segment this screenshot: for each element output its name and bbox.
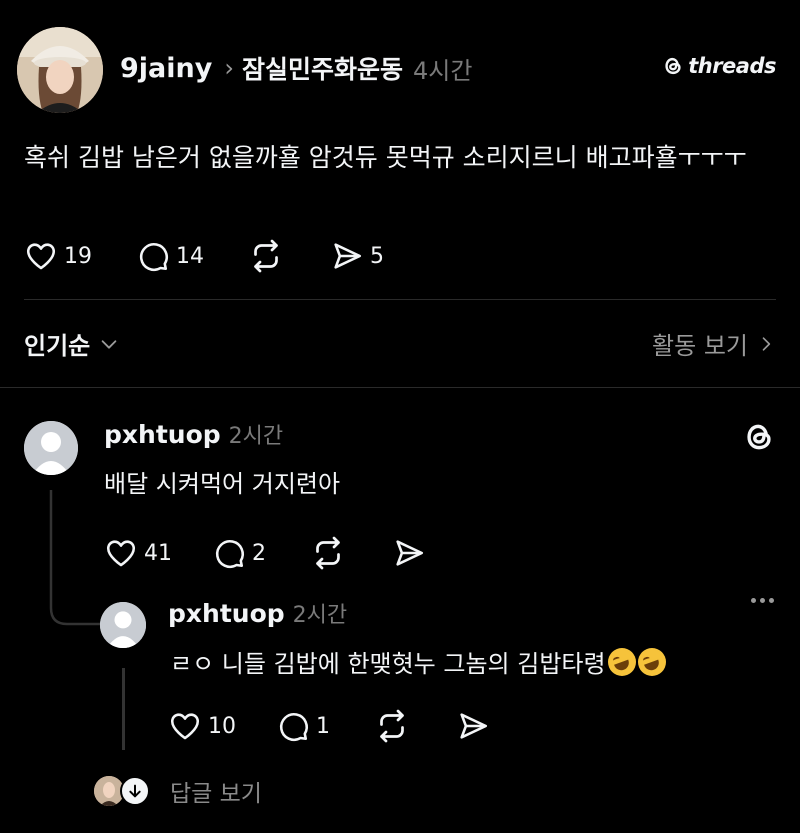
comment-button[interactable]: 1 — [276, 709, 330, 743]
view-replies-label: 답글 보기 — [170, 781, 262, 807]
comment-actions: 41 2 — [104, 535, 426, 571]
comment-username[interactable]: pxhtuop 2시간 — [104, 418, 283, 450]
reply-actions: 10 1 — [168, 708, 490, 744]
heart-icon — [170, 713, 200, 740]
replier-avatar[interactable] — [100, 602, 146, 648]
send-icon — [396, 540, 424, 566]
like-count: 10 — [208, 713, 236, 739]
comment-text: 배달 시켜먹어 거지련아 — [104, 470, 341, 498]
share-button[interactable] — [456, 709, 490, 743]
heart-icon — [106, 540, 136, 567]
reply-username-text[interactable]: pxhtuop — [168, 599, 285, 628]
more-dots-icon — [751, 598, 756, 603]
threads-brand[interactable]: threads — [662, 54, 776, 78]
comment-button[interactable]: 2 — [212, 536, 266, 570]
commenter-avatar[interactable] — [24, 421, 78, 475]
thread-connector-line — [122, 668, 125, 750]
post-header: 9jainy › 잠실민주화운동 4시간 — [120, 48, 472, 88]
post-body: 혹쉬 김밥 남은거 없을까횰 암것듀 못먹규 소리지르니 배고파횰ㅜㅜㅜ — [24, 143, 747, 172]
sort-label: 인기순 — [24, 332, 91, 360]
comment-bubble-icon — [139, 243, 168, 272]
send-icon — [460, 713, 488, 739]
repost-icon — [316, 536, 340, 570]
share-count: 5 — [370, 243, 384, 269]
community-name[interactable]: 잠실민주화운동 — [242, 50, 403, 86]
reply-text-content: ㄹㅇ 니들 김밥에 한맺혓누 그놈의 김밥타령 — [170, 650, 606, 678]
sort-dropdown[interactable]: 인기순 — [24, 326, 120, 361]
brand-wordmark: threads — [688, 54, 776, 78]
like-button[interactable]: 19 — [24, 239, 92, 273]
repost-icon — [254, 239, 278, 273]
rofl-emoji-icon — [607, 648, 636, 676]
share-button[interactable]: 5 — [330, 239, 384, 273]
author-avatar[interactable] — [17, 27, 103, 113]
like-count: 41 — [144, 540, 172, 566]
more-options-button[interactable] — [751, 598, 774, 603]
chevron-right-icon — [762, 336, 771, 351]
arrow-down-icon — [120, 776, 150, 806]
section-divider — [24, 299, 776, 300]
share-button[interactable] — [392, 536, 426, 570]
send-icon — [334, 243, 362, 269]
repost-button[interactable] — [310, 535, 346, 571]
more-dot — [760, 598, 765, 603]
chevron-right-icon: › — [224, 54, 234, 82]
view-activity-link[interactable]: 활동 보기 — [652, 326, 776, 361]
view-replies-button[interactable]: 답글 보기 — [94, 774, 262, 808]
comment-button[interactable]: 14 — [136, 239, 204, 273]
chevron-down-icon — [101, 339, 117, 349]
like-count: 19 — [64, 243, 92, 269]
comment-bubble-icon — [215, 540, 244, 569]
repost-button[interactable] — [248, 238, 284, 274]
like-button[interactable]: 10 — [168, 709, 236, 743]
author-username[interactable]: 9jainy — [120, 53, 212, 84]
rofl-emoji-icon — [637, 648, 666, 676]
threads-logo-icon[interactable] — [742, 420, 776, 458]
post-timestamp: 4시간 — [412, 56, 473, 85]
post-actions: 19 14 5 — [24, 238, 384, 274]
repost-icon — [380, 709, 404, 743]
heart-icon — [26, 243, 56, 270]
section-divider — [0, 387, 800, 388]
reply-timestamp: 2시간 — [292, 603, 348, 628]
more-dot — [769, 598, 774, 603]
reply-text: ㄹㅇ 니들 김밥에 한맺혓누 그놈의 김밥타령 — [170, 644, 666, 679]
reply-count: 1 — [316, 713, 330, 739]
reply-count: 2 — [252, 540, 266, 566]
comment-count: 14 — [176, 243, 204, 269]
comment-username-text[interactable]: pxhtuop — [104, 420, 221, 449]
repost-button[interactable] — [374, 708, 410, 744]
thread-connector-line — [49, 490, 100, 626]
comment-timestamp: 2시간 — [228, 424, 284, 449]
view-activity-label: 활동 보기 — [652, 332, 748, 360]
threads-logo-icon — [662, 55, 684, 77]
comment-bubble-icon — [279, 713, 308, 742]
like-button[interactable]: 41 — [104, 536, 172, 570]
reply-username[interactable]: pxhtuop 2시간 — [168, 597, 347, 629]
